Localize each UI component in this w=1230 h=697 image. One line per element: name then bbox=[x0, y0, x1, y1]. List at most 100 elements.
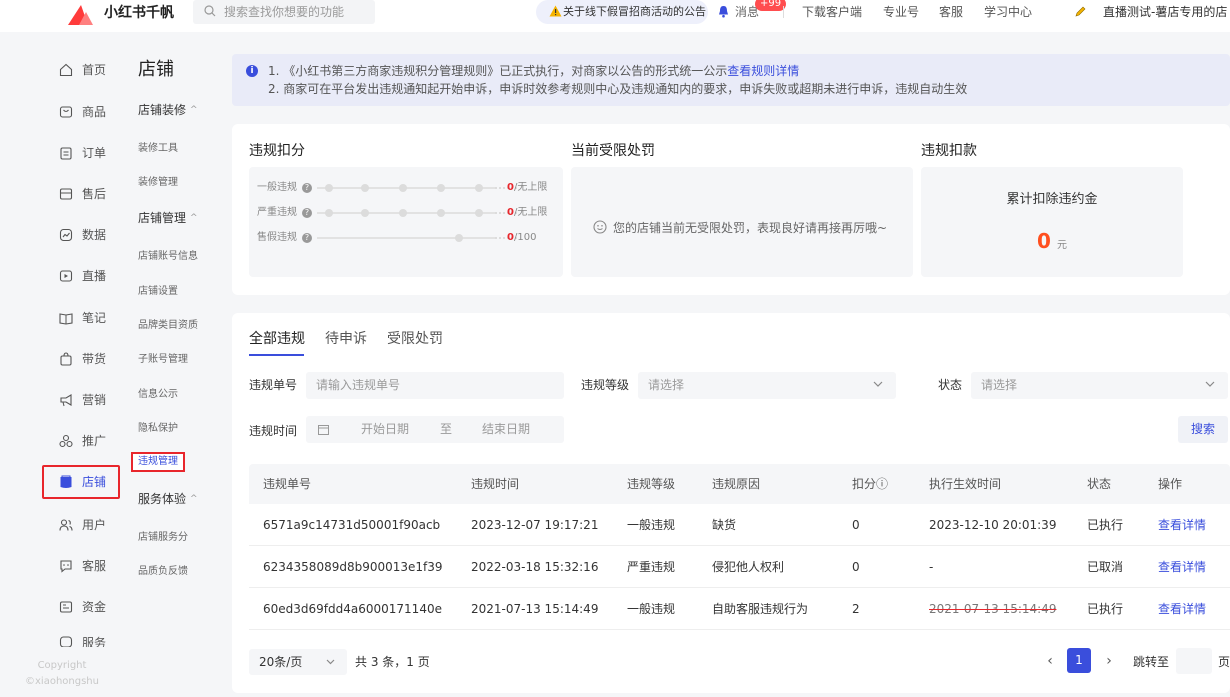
warning-icon bbox=[549, 5, 562, 17]
penalty-track bbox=[317, 209, 517, 217]
subnav-item-sub-accounts[interactable]: 子账号管理 bbox=[138, 353, 188, 367]
view-details-link[interactable]: 查看详情 bbox=[1158, 601, 1206, 617]
sidebar-item-label: 服务 bbox=[82, 636, 107, 647]
subnav-item-privacy[interactable]: 隐私保护 bbox=[138, 422, 178, 436]
status-label: 状态 bbox=[938, 378, 963, 392]
sidebar-item-live[interactable]: 直播 bbox=[42, 259, 120, 293]
page-size-select[interactable]: 20条/页 bbox=[249, 649, 347, 675]
effective-time: - bbox=[929, 560, 934, 574]
sidebar-item-shop[interactable]: 店铺 bbox=[42, 465, 120, 499]
subnav-group-shop-manage[interactable]: 店铺管理 ^ bbox=[138, 210, 198, 228]
bell-icon bbox=[719, 6, 728, 18]
column-header: 违规原因 bbox=[712, 477, 761, 491]
subnav-item-decoration-tools[interactable]: 装修工具 bbox=[138, 142, 178, 156]
brand-name[interactable]: 小红书千帆 bbox=[104, 4, 174, 22]
table-row: 6234358089d8b900013e1f39 2022-03-18 15:3… bbox=[249, 546, 1230, 588]
subnav-item-service-score[interactable]: 店铺服务分 bbox=[138, 531, 188, 545]
subnav-item-brand-qualification[interactable]: 品牌类目资质 bbox=[138, 319, 198, 333]
level-select[interactable]: 请选择 bbox=[638, 372, 896, 399]
end-date-input[interactable]: 结束日期 bbox=[482, 421, 530, 437]
sidebar-item-promotion[interactable]: 推广 bbox=[42, 424, 120, 458]
prev-page-button[interactable]: ‹ bbox=[1040, 649, 1060, 673]
sidebar-item-funds[interactable]: 资金 bbox=[42, 590, 120, 624]
sidebar-item-label: 营销 bbox=[82, 393, 107, 407]
start-date-input[interactable]: 开始日期 bbox=[361, 421, 409, 437]
column-header: 违规单号 bbox=[263, 477, 312, 491]
sidebar-item-users[interactable]: 用户 bbox=[42, 508, 120, 542]
home-icon bbox=[59, 63, 73, 77]
subnav-group-service-experience[interactable]: 服务体验 ^ bbox=[138, 491, 198, 509]
sail-logo-icon[interactable] bbox=[66, 3, 94, 27]
sidebar-item-order[interactable]: 订单 bbox=[42, 136, 120, 170]
subnav-item-decoration-manage[interactable]: 装修管理 bbox=[138, 176, 178, 190]
jump-page-input[interactable] bbox=[1176, 648, 1212, 674]
track-dot bbox=[475, 184, 483, 192]
help-icon[interactable]: ? bbox=[302, 183, 312, 193]
current-page-button[interactable]: 1 bbox=[1067, 648, 1091, 673]
restriction-title: 当前受限处罚 bbox=[571, 143, 655, 159]
download-client-link[interactable]: 下载客户端 bbox=[802, 4, 862, 20]
sidebar-item-customer-service[interactable]: 客服 bbox=[42, 549, 120, 583]
violation-no: 6234358089d8b900013e1f39 bbox=[263, 560, 443, 574]
copyright-owner: ©xiaohongshu bbox=[25, 676, 99, 687]
announcement-pill[interactable]: 关于线下假冒招商活动的公告 bbox=[536, 0, 708, 24]
info-icon: i bbox=[246, 65, 258, 77]
sidebar-item-home[interactable]: 首页 bbox=[42, 53, 120, 87]
sidebar-item-service[interactable]: 服务 bbox=[42, 629, 120, 647]
help-icon[interactable]: ? bbox=[302, 233, 312, 243]
status-select[interactable]: 请选择 bbox=[971, 372, 1228, 399]
effective-time: 2021-07-13 15:14:49 bbox=[929, 602, 1057, 616]
page-size-value: 20条/页 bbox=[259, 655, 303, 669]
pro-account-link[interactable]: 专业号 bbox=[883, 4, 919, 20]
sidebar-item-product[interactable]: 商品 bbox=[42, 95, 120, 129]
fine-amount-unit: 元 bbox=[1056, 240, 1067, 251]
sidebar-item-after-sales[interactable]: 售后 bbox=[42, 177, 120, 211]
search-button[interactable]: 搜索 bbox=[1178, 416, 1228, 443]
search-box[interactable]: 搜索查找你想要的功能 bbox=[193, 0, 375, 24]
learning-center-link[interactable]: 学习中心 bbox=[984, 4, 1032, 20]
after-sales-icon bbox=[59, 188, 73, 200]
chevron-down-icon bbox=[1205, 381, 1215, 387]
violation-time: 2021-07-13 15:14:49 bbox=[471, 602, 599, 616]
violation-level: 一般违规 bbox=[627, 518, 676, 532]
track-dot bbox=[455, 234, 463, 242]
penalty-row-value: 0/无上限 bbox=[507, 181, 547, 195]
subnav-item-account-info[interactable]: 店铺账号信息 bbox=[138, 250, 198, 264]
view-details-link[interactable]: 查看详情 bbox=[1158, 517, 1206, 533]
chevron-up-icon: ^ bbox=[190, 105, 198, 115]
chevron-down-icon bbox=[873, 381, 883, 387]
tab-pending-appeal[interactable]: 待申诉 bbox=[325, 330, 367, 348]
search-input[interactable]: 搜索查找你想要的功能 bbox=[224, 4, 344, 20]
view-details-link[interactable]: 查看详情 bbox=[1158, 559, 1206, 575]
subnav-item-disclosure[interactable]: 信息公示 bbox=[138, 388, 178, 402]
shop-switcher[interactable]: 直播测试-薯店专用的店 bbox=[1075, 4, 1227, 20]
sidebar-item-notes[interactable]: 笔记 bbox=[42, 301, 120, 335]
table-row: 60ed3d69fdd4a6000171140e 2021-07-13 15:1… bbox=[249, 588, 1230, 630]
customer-service-link[interactable]: 客服 bbox=[939, 4, 963, 20]
sidebar-item-marketing[interactable]: 营销 bbox=[42, 383, 120, 417]
tab-all-violations[interactable]: 全部违规 bbox=[249, 330, 305, 348]
violation-summary-card: 违规扣分 一般违规 ? 0/无上限 严重违规 ? 0/无上限 售假违规 ? 0/… bbox=[232, 124, 1230, 295]
sidebar-item-label: 店铺 bbox=[82, 475, 107, 489]
sidebar-item-selling[interactable]: 带货 bbox=[42, 342, 120, 376]
notice-line-1: 1. 《小红书第三方商家违规积分管理规则》已正式执行，对商家以公告的形式统一公示… bbox=[268, 63, 799, 79]
next-page-button[interactable]: › bbox=[1099, 649, 1119, 673]
table-row: 6571a9c14731d50001f90acb 2023-12-07 19:1… bbox=[249, 504, 1230, 546]
subnav-item-quality-feedback[interactable]: 品质负反馈 bbox=[138, 565, 188, 579]
subnav-group-decoration[interactable]: 店铺装修 ^ bbox=[138, 102, 198, 120]
subnav-item-violation-manage[interactable]: 违规管理 bbox=[131, 452, 185, 472]
subnav-item-shop-settings[interactable]: 店铺设置 bbox=[138, 285, 178, 299]
help-icon[interactable]: ? bbox=[302, 208, 312, 218]
subnav-title: 店铺 bbox=[138, 59, 174, 80]
sidebar-item-data[interactable]: 数据 bbox=[42, 218, 120, 252]
track-dot bbox=[475, 209, 483, 217]
message-count-badge: +99 bbox=[755, 0, 787, 11]
violation-no-input[interactable]: 请输入违规单号 bbox=[306, 372, 564, 399]
wallet-icon bbox=[59, 601, 73, 613]
penalty-track bbox=[317, 184, 517, 192]
view-rules-link[interactable]: 查看规则详情 bbox=[727, 64, 799, 78]
tab-restrictions[interactable]: 受限处罚 bbox=[387, 330, 443, 348]
bag-icon bbox=[60, 352, 72, 366]
date-range-picker[interactable]: 开始日期 至 结束日期 bbox=[306, 416, 564, 443]
status-placeholder: 请选择 bbox=[981, 378, 1018, 392]
